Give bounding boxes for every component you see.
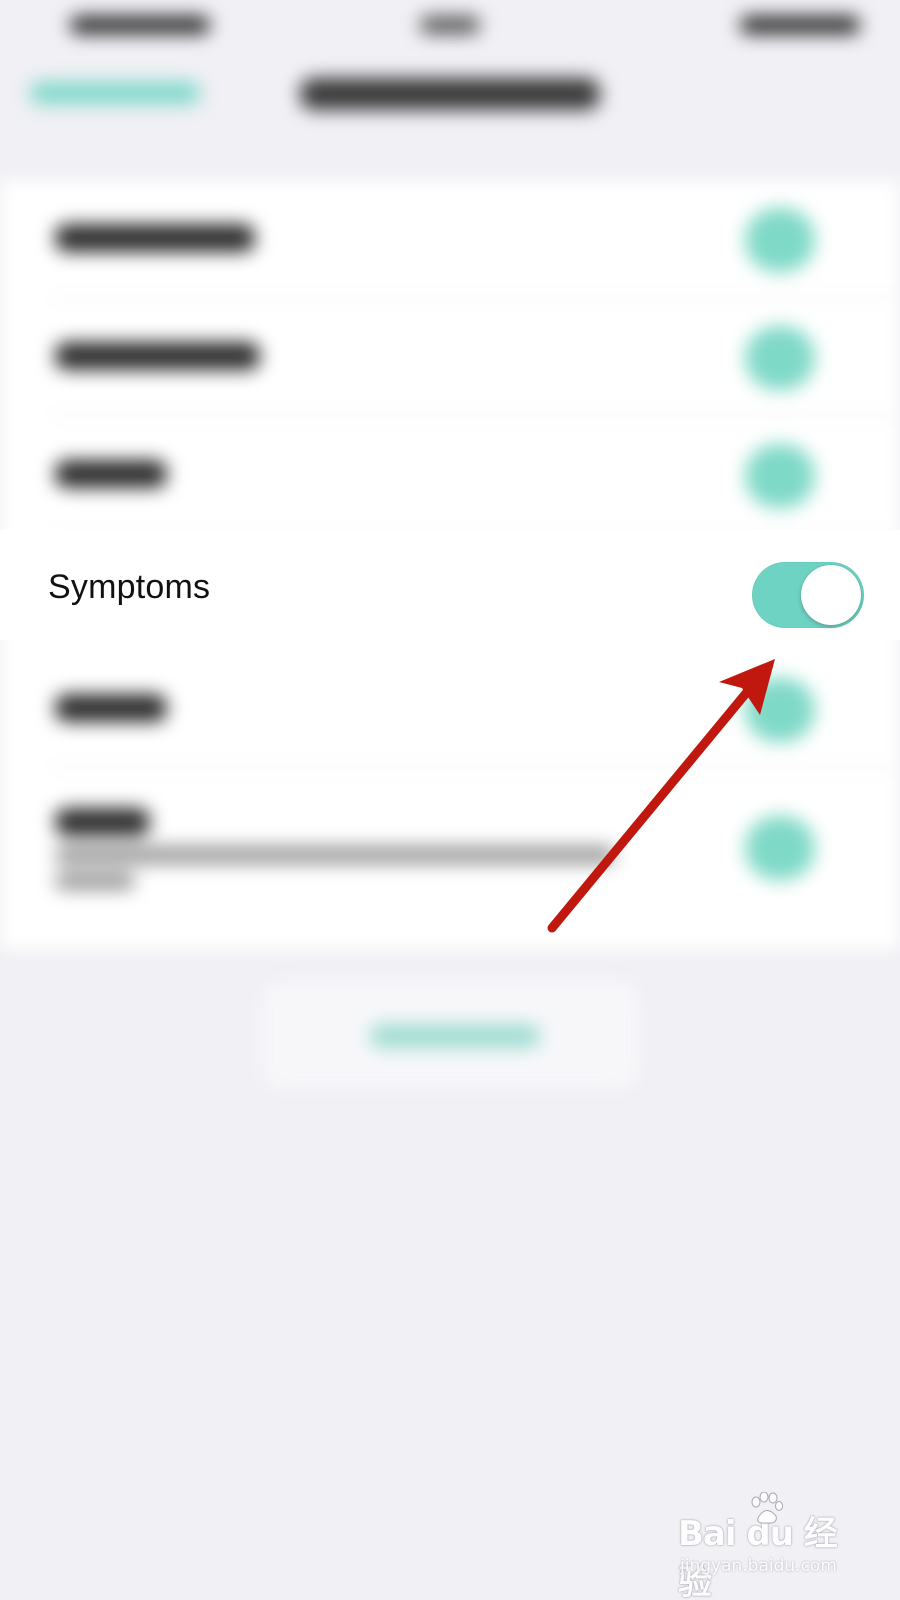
symptoms-toggle-switch[interactable]: [752, 562, 864, 628]
battery-icon: [740, 16, 860, 34]
settings-row-label: [55, 224, 255, 252]
settings-row-label: Symptoms: [48, 568, 211, 606]
settings-row[interactable]: [0, 180, 900, 298]
settings-row[interactable]: [0, 416, 900, 534]
back-button[interactable]: [30, 82, 200, 104]
settings-row-symptoms[interactable]: Symptoms: [0, 530, 900, 640]
toggle-switch[interactable]: [745, 444, 815, 508]
settings-row[interactable]: [0, 298, 900, 416]
status-time: [70, 16, 210, 34]
toggle-switch[interactable]: [745, 208, 815, 272]
toggle-knob: [801, 565, 861, 625]
bottom-action-label: [370, 1024, 540, 1048]
screen: Symptoms Bai du 经验 jingyan.baidu.com: [0, 0, 900, 1600]
blurred-background: [0, 0, 900, 1600]
settings-row[interactable]: [0, 768, 900, 928]
status-bar: [0, 10, 900, 40]
settings-row-label: [55, 808, 150, 836]
watermark-url: jingyan.baidu.com: [680, 1556, 837, 1576]
page-title: [300, 78, 600, 110]
toggle-switch[interactable]: [745, 326, 815, 390]
settings-row-label: [55, 342, 260, 370]
status-carrier: [420, 16, 480, 34]
navigation-bar: [0, 60, 900, 140]
settings-row[interactable]: [0, 650, 900, 768]
settings-row-label: [55, 460, 167, 488]
paw-print-icon: [751, 1492, 783, 1524]
toggle-switch[interactable]: [745, 816, 815, 880]
toggle-switch[interactable]: [745, 678, 815, 742]
settings-row-description: [55, 846, 615, 864]
settings-row-label: [55, 694, 167, 722]
settings-row-description: [55, 872, 135, 890]
bottom-action-button[interactable]: [260, 980, 640, 1090]
baidu-watermark: Bai du 经验 jingyan.baidu.com: [678, 1492, 848, 1600]
